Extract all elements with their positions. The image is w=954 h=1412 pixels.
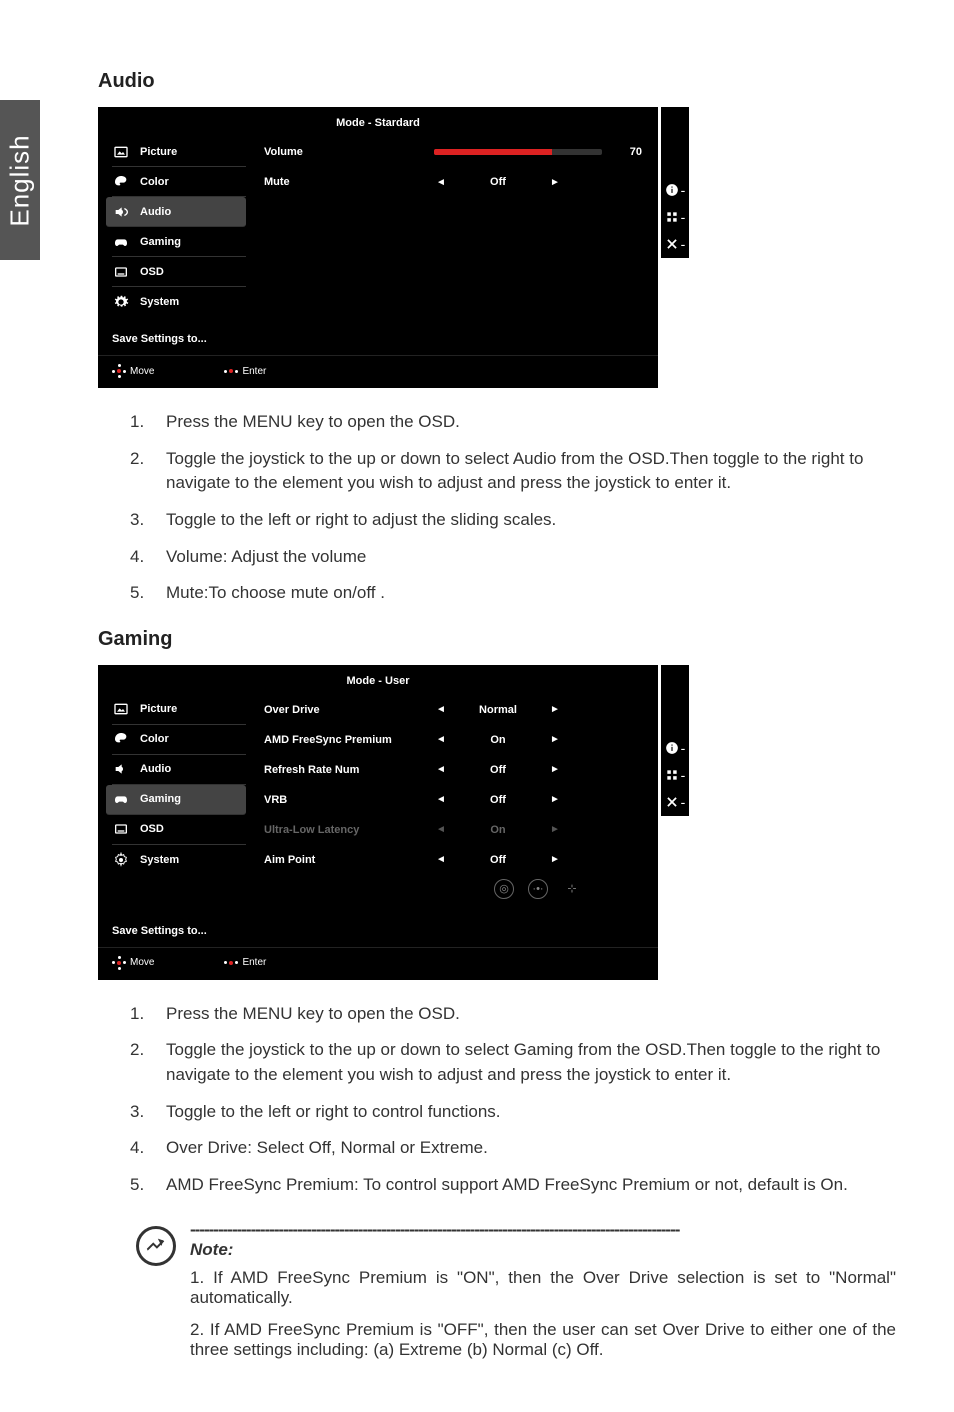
save-settings[interactable]: Save Settings to... [98, 325, 658, 355]
gaming-icon [112, 233, 130, 251]
right-arrow-icon[interactable]: ► [548, 764, 562, 775]
audio-icon [112, 203, 130, 221]
volume-value: 70 [612, 146, 642, 158]
osd-icon [112, 820, 130, 838]
step: Over Drive: Select Off, Normal or Extrem… [130, 1136, 896, 1161]
aim-icon-3: ⊹ [562, 879, 582, 899]
note-title: Note: [190, 1240, 896, 1260]
osd-menu: Picture Color Audio Gaming OSD System [98, 695, 258, 917]
info-button[interactable]: - [661, 177, 689, 203]
step: Toggle the joystick to the up or down to… [130, 1038, 896, 1087]
right-arrow-icon[interactable]: ► [548, 854, 562, 865]
language-tab: English [0, 100, 40, 260]
left-arrow-icon[interactable]: ◄ [434, 794, 448, 805]
joystick-move-hint: Move [112, 956, 154, 970]
row-freesync[interactable]: AMD FreeSync Premium ◄ On ► [264, 725, 642, 755]
note-icon [136, 1226, 176, 1266]
volume-label: Volume [264, 146, 424, 158]
note-p2: 2. If AMD FreeSync Premium is "OFF", the… [190, 1320, 896, 1360]
left-arrow-icon[interactable]: ◄ [434, 854, 448, 865]
osd-sidebar-buttons: - - - [661, 107, 689, 258]
audio-steps: Press the MENU key to open the OSD. Togg… [130, 410, 896, 606]
grid-button[interactable]: - [661, 204, 689, 230]
step: Mute:To choose mute on/off . [130, 581, 896, 606]
gaming-heading: Gaming [98, 628, 896, 651]
row-volume[interactable]: Volume 70 [264, 137, 642, 167]
osd-mode-label: Mode - User [98, 665, 658, 695]
note-block: ----------------------------------------… [136, 1220, 896, 1372]
right-arrow-icon[interactable]: ► [548, 734, 562, 745]
step: Press the MENU key to open the OSD. [130, 1002, 896, 1027]
gaming-osd: Mode - User Picture Color Audio Gaming O… [98, 665, 896, 980]
row-vrb[interactable]: VRB ◄ Off ► [264, 785, 642, 815]
aimpoint-icons: ◎ ·•· ⊹ [264, 875, 642, 909]
osd-footer: Move Enter [98, 355, 658, 388]
color-icon [112, 173, 130, 191]
row-refresh[interactable]: Refresh Rate Num ◄ Off ► [264, 755, 642, 785]
aim-icon-1: ◎ [494, 879, 514, 899]
close-button[interactable]: - [661, 231, 689, 257]
left-arrow-icon: ◄ [434, 824, 448, 835]
grid-button[interactable]: - [661, 762, 689, 788]
audio-icon [112, 760, 130, 778]
osd-footer: Move Enter [98, 947, 658, 980]
menu-system[interactable]: System [112, 845, 246, 875]
volume-bar [434, 149, 602, 155]
osd-mode-label: Mode - Stardard [98, 107, 658, 137]
menu-color[interactable]: Color [112, 725, 246, 755]
right-arrow-icon[interactable]: ► [548, 704, 562, 715]
right-arrow-icon[interactable]: ► [548, 177, 562, 188]
mute-label: Mute [264, 176, 424, 188]
menu-gaming[interactable]: Gaming [106, 785, 246, 815]
joystick-move-hint: Move [112, 364, 154, 378]
note-separator: ----------------------------------------… [190, 1220, 896, 1240]
menu-picture[interactable]: Picture [112, 137, 246, 167]
gaming-steps: Press the MENU key to open the OSD. Togg… [130, 1002, 896, 1198]
gaming-icon [112, 790, 130, 808]
step: Press the MENU key to open the OSD. [130, 410, 896, 435]
joystick-enter-hint: Enter [224, 956, 266, 970]
system-icon [112, 293, 130, 311]
menu-osd[interactable]: OSD [112, 815, 246, 845]
step: AMD FreeSync Premium: To control support… [130, 1173, 896, 1198]
left-arrow-icon[interactable]: ◄ [434, 177, 448, 188]
left-arrow-icon[interactable]: ◄ [434, 704, 448, 715]
note-p1: 1. If AMD FreeSync Premium is "ON", then… [190, 1268, 896, 1308]
menu-system[interactable]: System [112, 287, 246, 317]
audio-heading: Audio [98, 70, 896, 93]
close-button[interactable]: - [661, 789, 689, 815]
audio-osd: Mode - Stardard Picture Color Audio Gami… [98, 107, 896, 388]
step: Toggle to the left or right to adjust th… [130, 508, 896, 533]
right-arrow-icon[interactable]: ► [548, 794, 562, 805]
picture-icon [112, 700, 130, 718]
step: Volume: Adjust the volume [130, 545, 896, 570]
language-label: English [5, 134, 36, 226]
picture-icon [112, 143, 130, 161]
step: Toggle the joystick to the up or down to… [130, 447, 896, 496]
mute-value: Off [458, 176, 538, 188]
osd-icon [112, 263, 130, 281]
system-icon [112, 851, 130, 869]
aim-icon-2: ·•· [528, 879, 548, 899]
menu-audio[interactable]: Audio [112, 755, 246, 785]
osd-sidebar-buttons: - - - [661, 665, 689, 816]
left-arrow-icon[interactable]: ◄ [434, 764, 448, 775]
menu-audio[interactable]: Audio [106, 197, 246, 227]
osd-menu: Picture Color Audio Gaming OSD System [98, 137, 258, 325]
menu-gaming[interactable]: Gaming [112, 227, 246, 257]
row-overdrive[interactable]: Over Drive ◄ Normal ► [264, 695, 642, 725]
info-button[interactable]: - [661, 735, 689, 761]
menu-osd[interactable]: OSD [112, 257, 246, 287]
save-settings[interactable]: Save Settings to... [98, 917, 658, 947]
menu-color[interactable]: Color [112, 167, 246, 197]
right-arrow-icon: ► [548, 824, 562, 835]
row-aimpoint[interactable]: Aim Point ◄ Off ► [264, 845, 642, 875]
joystick-enter-hint: Enter [224, 364, 266, 378]
step: Toggle to the left or right to control f… [130, 1100, 896, 1125]
menu-picture[interactable]: Picture [112, 695, 246, 725]
left-arrow-icon[interactable]: ◄ [434, 734, 448, 745]
color-icon [112, 730, 130, 748]
row-mute[interactable]: Mute ◄ Off ► [264, 167, 642, 197]
row-ull: Ultra-Low Latency ◄ On ► [264, 815, 642, 845]
